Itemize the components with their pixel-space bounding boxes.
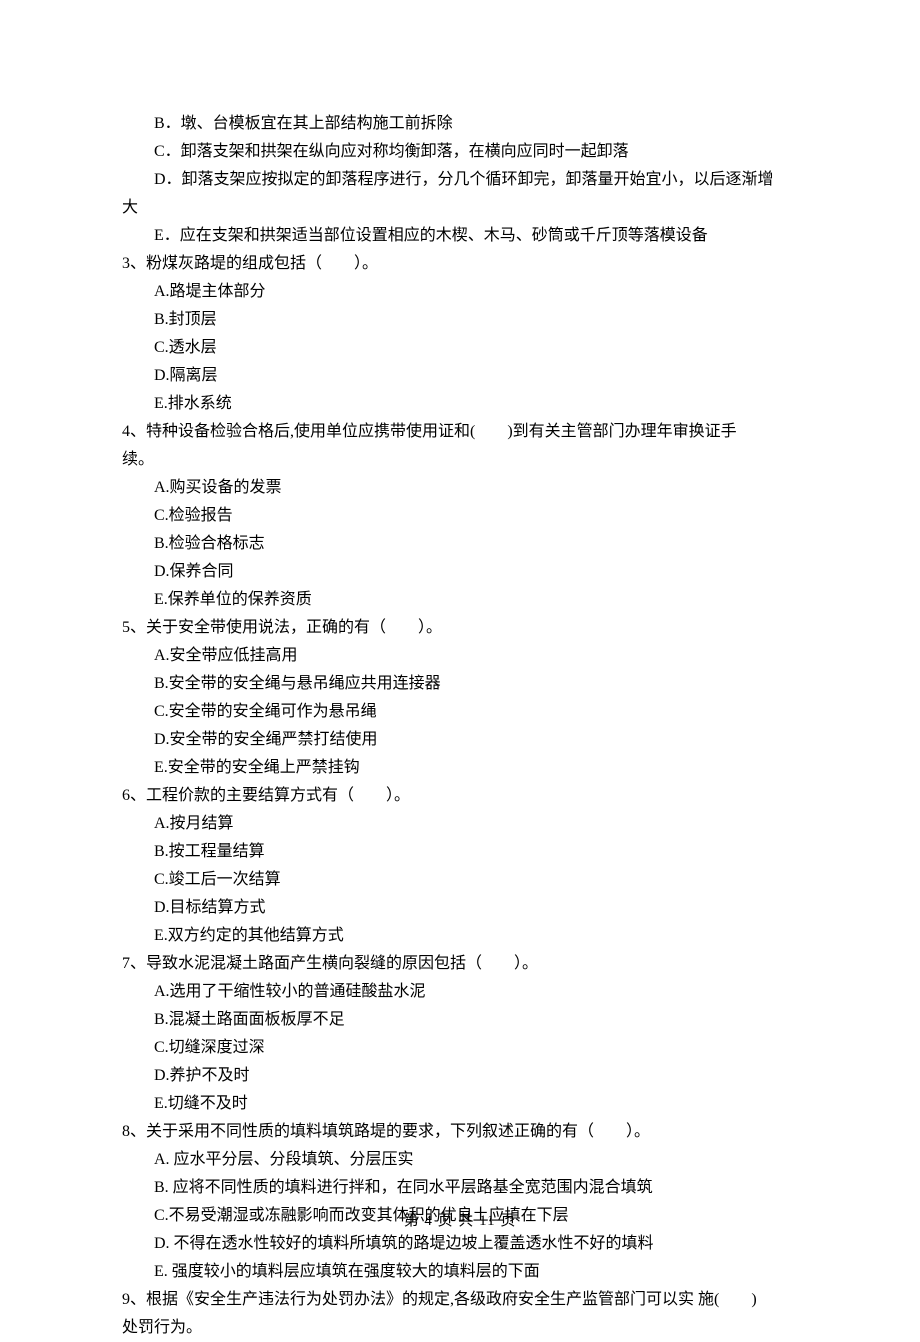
text-line: C．卸落支架和拱架在纵向应对称均衡卸落，在横向应同时一起卸落 [122,138,798,166]
text-line: D.养护不及时 [122,1062,798,1090]
text-line: D.目标结算方式 [122,894,798,922]
text-line: E.双方约定的其他结算方式 [122,922,798,950]
text-line: C.透水层 [122,334,798,362]
page-footer: 第 4 页 共 11 页 [0,1208,920,1234]
text-line: E.排水系统 [122,390,798,418]
text-line: B.安全带的安全绳与悬吊绳应共用连接器 [122,670,798,698]
document-body: B．墩、台模板宜在其上部结构施工前拆除C．卸落支架和拱架在纵向应对称均衡卸落，在… [122,110,798,1342]
text-line: B.封顶层 [122,306,798,334]
text-line: C.切缝深度过深 [122,1034,798,1062]
text-line: E.保养单位的保养资质 [122,586,798,614]
text-line: A.安全带应低挂高用 [122,642,798,670]
text-line: E．应在支架和拱架适当部位设置相应的木楔、木马、砂筒或千斤顶等落模设备 [122,222,798,250]
text-line: A.选用了干缩性较小的普通硅酸盐水泥 [122,978,798,1006]
text-line: C.安全带的安全绳可作为悬吊绳 [122,698,798,726]
text-line: C.竣工后一次结算 [122,866,798,894]
text-line: B.按工程量结算 [122,838,798,866]
text-line: 3、粉煤灰路堤的组成包括（ ）。 [122,250,798,278]
text-line: E.切缝不及时 [122,1090,798,1118]
text-line: B.检验合格标志 [122,530,798,558]
text-line: 大 [122,194,798,222]
text-line: E. 强度较小的填料层应填筑在强度较大的填料层的下面 [122,1258,798,1286]
text-line: 8、关于采用不同性质的填料填筑路堤的要求，下列叙述正确的有（ ）。 [122,1118,798,1146]
text-line: 9、根据《安全生产违法行为处罚办法》的规定,各级政府安全生产监管部门可以实 施(… [122,1286,798,1314]
text-line: D. 不得在透水性较好的填料所填筑的路堤边坡上覆盖透水性不好的填料 [122,1230,798,1258]
text-line: A.购买设备的发票 [122,474,798,502]
text-line: D.安全带的安全绳严禁打结使用 [122,726,798,754]
text-line: D.保养合同 [122,558,798,586]
text-line: C.检验报告 [122,502,798,530]
text-line: 5、关于安全带使用说法，正确的有（ ）。 [122,614,798,642]
text-line: B.混凝土路面面板板厚不足 [122,1006,798,1034]
text-line: 7、导致水泥混凝土路面产生横向裂缝的原因包括（ ）。 [122,950,798,978]
text-line: B. 应将不同性质的填料进行拌和，在同水平层路基全宽范围内混合填筑 [122,1174,798,1202]
text-line: D.隔离层 [122,362,798,390]
text-line: A.按月结算 [122,810,798,838]
text-line: B．墩、台模板宜在其上部结构施工前拆除 [122,110,798,138]
text-line: 处罚行为。 [122,1314,798,1342]
text-line: A. 应水平分层、分段填筑、分层压实 [122,1146,798,1174]
text-line: 4、特种设备检验合格后,使用单位应携带使用证和( )到有关主管部门办理年审换证手 [122,418,798,446]
text-line: D．卸落支架应按拟定的卸落程序进行，分几个循环卸完，卸落量开始宜小，以后逐渐增 [122,166,798,194]
text-line: E.安全带的安全绳上严禁挂钩 [122,754,798,782]
text-line: 6、工程价款的主要结算方式有（ ）。 [122,782,798,810]
text-line: A.路堤主体部分 [122,278,798,306]
text-line: 续。 [122,446,798,474]
